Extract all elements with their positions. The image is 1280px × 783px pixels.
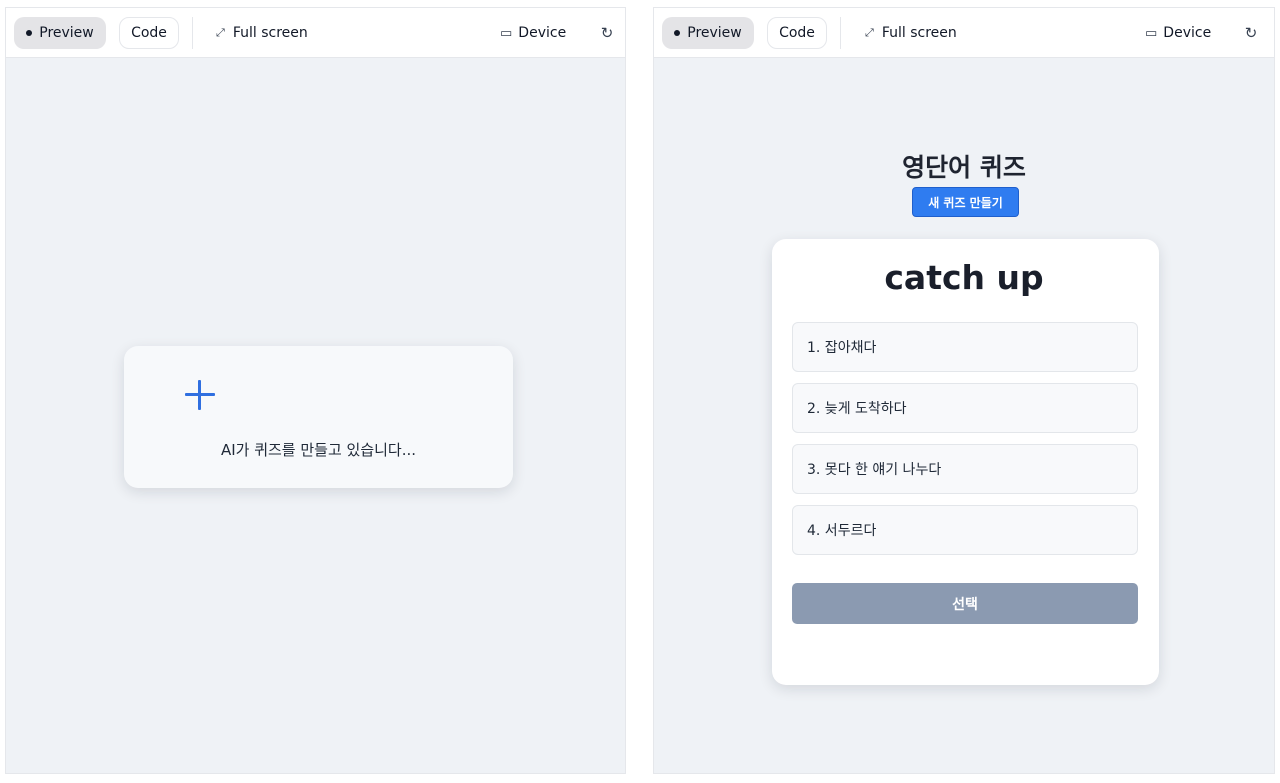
answer-option-3[interactable]: 3. 못다 한 얘기 나누다 bbox=[792, 444, 1138, 494]
fullscreen-button[interactable]: ⤢ Full screen bbox=[865, 17, 965, 49]
device-label: Device bbox=[1163, 25, 1212, 41]
preview-tab[interactable]: Preview bbox=[14, 17, 106, 49]
refresh-icon: ↻ bbox=[1244, 24, 1258, 42]
new-quiz-button[interactable]: 새 퀴즈 만들기 bbox=[912, 187, 1019, 217]
toolbar-divider bbox=[840, 17, 841, 49]
page-title: 영단어 퀴즈 bbox=[902, 153, 1026, 182]
fullscreen-label: Full screen bbox=[881, 25, 957, 41]
dot-icon bbox=[674, 30, 681, 36]
preview-tab-label: Preview bbox=[687, 25, 742, 41]
refresh-button[interactable]: ↻ bbox=[1240, 17, 1262, 49]
preview-tab[interactable]: Preview bbox=[662, 17, 754, 49]
loading-card bbox=[124, 346, 513, 488]
refresh-icon: ↻ bbox=[600, 24, 614, 42]
preview-panel-right: Preview Code ⤢ Full screen ▭ Device ↻ 영단… bbox=[653, 7, 1275, 774]
select-button[interactable]: 선택 bbox=[792, 583, 1138, 624]
plus-icon bbox=[185, 380, 215, 410]
device-icon: ▭ bbox=[500, 25, 513, 41]
toolbar-divider bbox=[192, 17, 193, 49]
preview-panel-left: Preview Code ⤢ Full screen ▭ Device ↻ AI… bbox=[5, 7, 626, 774]
fullscreen-label: Full screen bbox=[232, 25, 308, 41]
dot-icon bbox=[26, 30, 33, 36]
expand-icon: ⤢ bbox=[216, 26, 225, 39]
preview-toolbar: Preview Code ⤢ Full screen ▭ Device ↻ bbox=[6, 8, 625, 58]
code-tab[interactable]: Code bbox=[119, 17, 179, 49]
preview-toolbar: Preview Code ⤢ Full screen ▭ Device ↻ bbox=[654, 8, 1274, 58]
device-button[interactable]: ▭ Device bbox=[1145, 17, 1225, 49]
device-label: Device bbox=[518, 25, 567, 41]
refresh-button[interactable]: ↻ bbox=[596, 17, 618, 49]
expand-icon: ⤢ bbox=[865, 26, 874, 39]
loading-message: AI가 퀴즈를 만들고 있습니다... bbox=[220, 441, 417, 459]
fullscreen-button[interactable]: ⤢ Full screen bbox=[216, 17, 316, 49]
device-icon: ▭ bbox=[1145, 25, 1158, 41]
answer-option-1[interactable]: 1. 잡아채다 bbox=[792, 322, 1138, 372]
answer-option-2[interactable]: 2. 늦게 도착하다 bbox=[792, 383, 1138, 433]
answer-option-4[interactable]: 4. 서두르다 bbox=[792, 505, 1138, 555]
code-tab[interactable]: Code bbox=[767, 17, 827, 49]
preview-tab-label: Preview bbox=[39, 25, 94, 41]
code-tab-label: Code bbox=[779, 25, 815, 41]
device-button[interactable]: ▭ Device bbox=[500, 17, 580, 49]
quiz-word: catch up bbox=[884, 258, 1044, 297]
code-tab-label: Code bbox=[131, 25, 167, 41]
